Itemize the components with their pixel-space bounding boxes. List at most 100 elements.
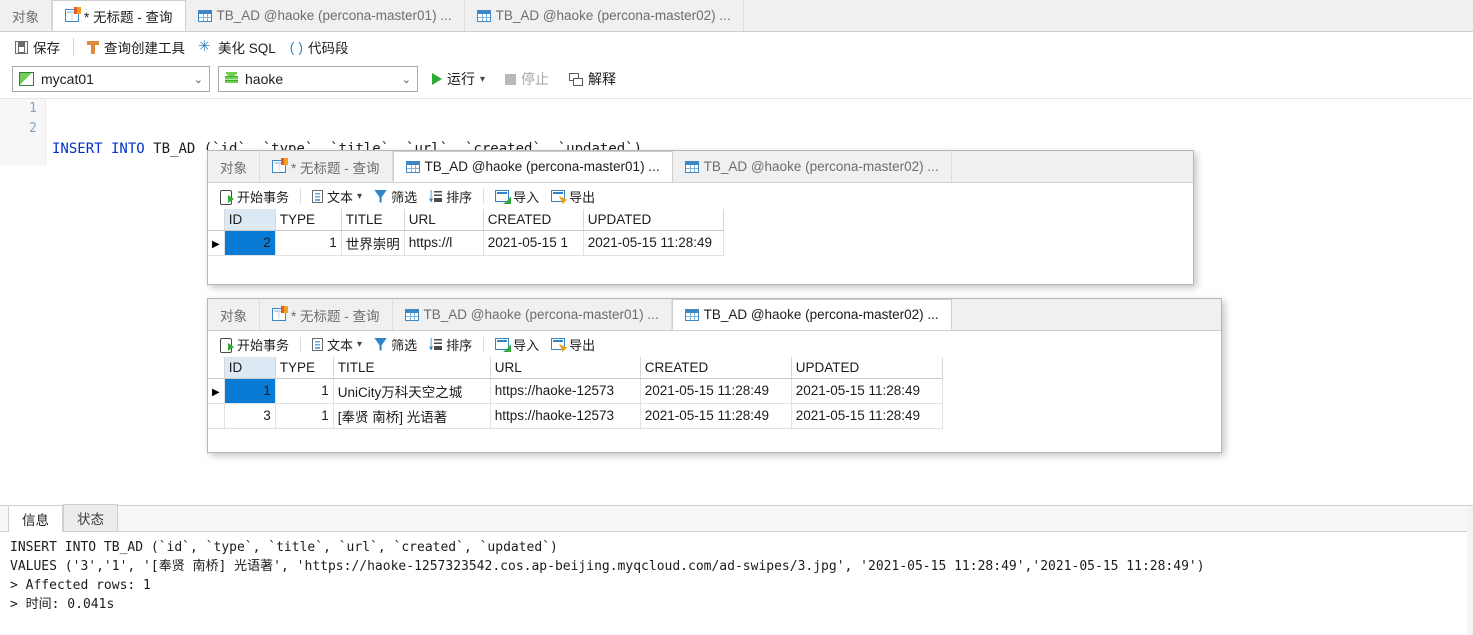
- run-button[interactable]: 运行 ▾: [426, 67, 491, 91]
- tab-status[interactable]: 状态: [63, 504, 118, 531]
- snippet-button[interactable]: ( ) 代码段: [283, 35, 356, 59]
- main-tab-query[interactable]: * 无标题 - 查询: [52, 0, 186, 31]
- cell-id[interactable]: 2: [224, 230, 276, 256]
- win2-tabstrip[interactable]: 对象 * 无标题 - 查询 TB_AD @haoke (percona-mast…: [208, 299, 1221, 331]
- win2-import-button[interactable]: 导入: [489, 334, 545, 355]
- cell-created[interactable]: 2021-05-15 11:28:49: [640, 378, 792, 404]
- win2-tab-master01[interactable]: TB_AD @haoke (percona-master01) ...: [392, 299, 672, 330]
- toolbar-divider: [300, 188, 302, 204]
- query-builder-button[interactable]: 查询创建工具: [80, 35, 192, 59]
- win1-begin-transaction-label: 开始事务: [237, 189, 290, 205]
- cell-created[interactable]: 2021-05-15 1: [483, 230, 584, 256]
- win1-filter-button[interactable]: 筛选: [368, 186, 423, 207]
- win1-col-created[interactable]: CREATED: [483, 209, 584, 231]
- win1-col-url[interactable]: URL: [404, 209, 484, 231]
- win1-tab-master02[interactable]: TB_AD @haoke (percona-master02) ...: [672, 151, 952, 182]
- cell-updated[interactable]: 2021-05-15 11:28:49: [791, 378, 943, 404]
- cell-id[interactable]: 3: [224, 403, 276, 429]
- win2-col-updated[interactable]: UPDATED: [791, 357, 943, 379]
- cell-updated[interactable]: 2021-05-15 11:28:49: [791, 403, 943, 429]
- tab-info[interactable]: 信息: [8, 505, 63, 532]
- transaction-icon: [220, 189, 234, 205]
- table-row[interactable]: ▶ 2 1 世界崇明 https://l 2021-05-15 1 2021-0…: [208, 230, 724, 256]
- editor-gutter: 1 2: [0, 99, 46, 166]
- win2-filter-button[interactable]: 筛选: [368, 334, 423, 355]
- win2-col-title[interactable]: TITLE: [333, 357, 491, 379]
- win1-sort-button[interactable]: 排序: [423, 186, 478, 207]
- cell-type[interactable]: 1: [275, 230, 342, 256]
- cell-title[interactable]: [奉贤 南桥] 光语著: [333, 403, 491, 429]
- toolbar-divider: [300, 336, 302, 352]
- chevron-down-icon: ⌄: [401, 73, 411, 86]
- win2-tab-query-label: * 无标题 - 查询: [291, 308, 380, 324]
- grid-icon: [404, 308, 419, 321]
- win1-export-button[interactable]: 导出: [545, 186, 601, 207]
- chevron-down-icon[interactable]: ▾: [357, 191, 362, 202]
- main-tabstrip[interactable]: 对象 * 无标题 - 查询 TB_AD @haoke (percona-mast…: [0, 0, 1473, 32]
- win1-result-grid[interactable]: ID TYPE TITLE URL CREATED UPDATED ▶ 2 1 …: [208, 209, 724, 256]
- main-tab-tbad-master02[interactable]: TB_AD @haoke (percona-master02) ...: [464, 0, 744, 31]
- win2-text-button[interactable]: 文本 ▾: [306, 334, 368, 355]
- win2-begin-transaction-button[interactable]: 开始事务: [214, 334, 295, 355]
- win2-col-type[interactable]: TYPE: [275, 357, 334, 379]
- win1-tab-query[interactable]: * 无标题 - 查询: [260, 151, 393, 182]
- win2-col-url[interactable]: URL: [490, 357, 641, 379]
- info-tabstrip[interactable]: 信息 状态: [0, 504, 1473, 532]
- connection-select[interactable]: mycat01 ⌄: [12, 66, 210, 92]
- win1-tab-objects[interactable]: 对象: [208, 151, 260, 182]
- win2-tab-objects-label: 对象: [220, 308, 247, 324]
- win1-text-button[interactable]: 文本 ▾: [306, 186, 368, 207]
- win1-begin-transaction-button[interactable]: 开始事务: [214, 186, 295, 207]
- cell-title[interactable]: 世界崇明: [341, 230, 405, 256]
- win1-sort-label: 排序: [446, 189, 473, 205]
- database-select[interactable]: haoke ⌄: [218, 66, 418, 92]
- cell-id[interactable]: 1: [224, 378, 276, 404]
- result-window-master02[interactable]: 对象 * 无标题 - 查询 TB_AD @haoke (percona-mast…: [207, 298, 1222, 453]
- win2-tab-query[interactable]: * 无标题 - 查询: [260, 299, 393, 330]
- win2-export-button[interactable]: 导出: [545, 334, 601, 355]
- win1-col-updated[interactable]: UPDATED: [583, 209, 724, 231]
- cell-type[interactable]: 1: [275, 378, 334, 404]
- cell-created[interactable]: 2021-05-15 11:28:49: [640, 403, 792, 429]
- cell-type[interactable]: 1: [275, 403, 334, 429]
- beautify-sql-button[interactable]: 美化 SQL: [192, 35, 283, 59]
- cell-updated[interactable]: 2021-05-15 11:28:49: [583, 230, 724, 256]
- cell-title[interactable]: UniCity万科天空之城: [333, 378, 491, 404]
- filter-icon: [374, 337, 388, 351]
- win2-tab-objects[interactable]: 对象: [208, 299, 260, 330]
- win2-tab-master02[interactable]: TB_AD @haoke (percona-master02) ...: [671, 299, 952, 330]
- explain-button[interactable]: 解释: [563, 67, 622, 91]
- win1-import-button[interactable]: 导入: [489, 186, 545, 207]
- win2-result-grid[interactable]: ID TYPE TITLE URL CREATED UPDATED ▶ 1 1 …: [208, 357, 943, 429]
- main-tab-tbad-master01[interactable]: TB_AD @haoke (percona-master01) ...: [185, 0, 465, 31]
- explain-button-label: 解释: [588, 71, 617, 87]
- info-scrollbar[interactable]: [1467, 506, 1473, 635]
- win1-col-id[interactable]: ID: [224, 209, 276, 231]
- win1-tabstrip[interactable]: 对象 * 无标题 - 查询 TB_AD @haoke (percona-mast…: [208, 151, 1193, 183]
- beautify-icon: [198, 37, 213, 55]
- table-row[interactable]: 3 1 [奉贤 南桥] 光语著 https://haoke-12573 2021…: [208, 403, 943, 429]
- win2-sort-button[interactable]: 排序: [423, 334, 478, 355]
- main-tab-objects[interactable]: 对象: [0, 0, 52, 31]
- win1-col-title[interactable]: TITLE: [341, 209, 405, 231]
- snippet-icon: ( ): [289, 39, 303, 55]
- cell-url[interactable]: https://haoke-12573: [490, 403, 641, 429]
- win1-col-type[interactable]: TYPE: [275, 209, 342, 231]
- result-window-master01[interactable]: 对象 * 无标题 - 查询 TB_AD @haoke (percona-mast…: [207, 150, 1194, 285]
- current-row-arrow-icon: ▶: [212, 239, 220, 250]
- save-icon: [15, 40, 28, 54]
- run-button-label: 运行: [447, 71, 475, 87]
- chevron-down-icon[interactable]: ▾: [480, 74, 485, 85]
- save-button[interactable]: 保存: [8, 35, 67, 59]
- cell-url[interactable]: https://haoke-12573: [490, 378, 641, 404]
- line-number: 2: [29, 121, 37, 136]
- chevron-down-icon[interactable]: ▾: [357, 339, 362, 350]
- win1-tab-master01[interactable]: TB_AD @haoke (percona-master01) ...: [392, 151, 673, 182]
- cell-url[interactable]: https://l: [404, 230, 484, 256]
- row-marker-header: [208, 357, 225, 379]
- table-row[interactable]: ▶ 1 1 UniCity万科天空之城 https://haoke-12573 …: [208, 378, 943, 404]
- win2-col-created[interactable]: CREATED: [640, 357, 792, 379]
- win1-tab-objects-label: 对象: [220, 160, 247, 176]
- win2-col-id[interactable]: ID: [224, 357, 276, 379]
- win1-tab-query-label: * 无标题 - 查询: [291, 160, 380, 176]
